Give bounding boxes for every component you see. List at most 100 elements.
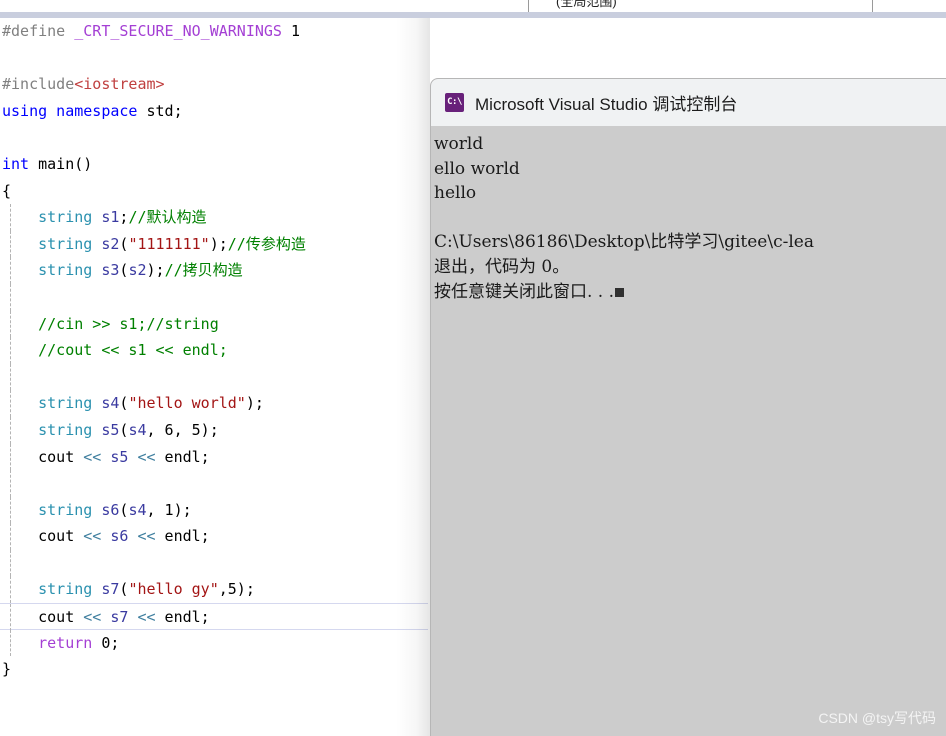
- console-line: 按任意键关闭此窗口. . .: [434, 280, 946, 305]
- code-line[interactable]: using namespace std;: [0, 98, 428, 125]
- indent-guide: [10, 230, 11, 258]
- code-line[interactable]: string s5(s4, 6, 5);: [0, 416, 428, 444]
- code-token: cout: [38, 447, 84, 466]
- code-editor[interactable]: #define _CRT_SECURE_NO_WARNINGS 1​#inclu…: [0, 18, 430, 736]
- indent-guide: [10, 629, 11, 657]
- indent-guide: [10, 604, 11, 631]
- code-token: <<: [137, 447, 156, 466]
- code-token: ,5);: [218, 580, 255, 599]
- indent-guide: [10, 416, 11, 444]
- code-line[interactable]: string s7("hello gy",5);: [0, 576, 428, 604]
- code-token: s5: [110, 447, 129, 466]
- code-token: s7: [101, 580, 120, 599]
- console-window-title: Microsoft Visual Studio 调试控制台: [475, 95, 738, 114]
- code-token: );: [245, 394, 264, 413]
- indent-guide: [10, 363, 11, 391]
- indent-guide: [10, 257, 11, 284]
- code-token: <<: [83, 527, 102, 546]
- code-line[interactable]: string s4("hello world");: [0, 390, 428, 417]
- console-line: ello world: [434, 158, 520, 179]
- code-line[interactable]: string s1;//默认构造: [0, 204, 428, 231]
- console-titlebar[interactable]: C:\ Microsoft Visual Studio 调试控制台: [431, 79, 946, 126]
- code-line[interactable]: cout << s5 << endl;: [0, 443, 428, 471]
- scope-dropdown-value[interactable]: (全局范围): [556, 0, 617, 10]
- code-token: s2: [101, 234, 120, 253]
- code-line[interactable]: ​: [0, 470, 428, 497]
- code-content[interactable]: #define _CRT_SECURE_NO_WARNINGS 1​#inclu…: [0, 18, 428, 683]
- code-line[interactable]: }: [0, 656, 428, 683]
- indent-guide: [10, 523, 11, 550]
- code-token: <<: [137, 527, 156, 546]
- code-token: string: [38, 261, 93, 280]
- code-line[interactable]: cout << s7 << endl;: [0, 603, 428, 631]
- console-app-icon-glyph: C:\: [447, 97, 462, 107]
- console-output-area[interactable]: world ello world hello C:\Users\86186\Desk…: [431, 126, 946, 736]
- console-app-icon: C:\: [445, 93, 464, 112]
- console-line: 退出，代码为 0。: [434, 256, 570, 277]
- code-token: #define: [2, 22, 66, 40]
- code-token: string: [38, 500, 93, 519]
- code-token: cout: [38, 608, 84, 627]
- console-line: hello: [434, 183, 477, 204]
- code-line[interactable]: cout << s6 << endl;: [0, 523, 428, 550]
- code-token: string: [38, 420, 93, 439]
- code-line[interactable]: #include<iostream>: [0, 71, 428, 98]
- code-token: s1: [101, 208, 120, 227]
- code-line[interactable]: string s2("1111111");//传参构造: [0, 230, 428, 258]
- code-line[interactable]: ​: [0, 283, 428, 311]
- code-line[interactable]: ​: [0, 45, 428, 72]
- code-line[interactable]: string s3(s2);//拷贝构造: [0, 257, 428, 284]
- indent-guide: [10, 204, 11, 231]
- code-token: 0;: [92, 633, 120, 652]
- code-token: s4: [128, 420, 147, 439]
- toolbar-divider-right: [872, 0, 873, 12]
- indent-guide: [10, 576, 11, 604]
- code-line[interactable]: {: [0, 178, 428, 205]
- code-token: <<: [83, 608, 102, 627]
- code-line[interactable]: //cin >> s1;//string: [0, 310, 428, 338]
- code-token: s4: [128, 500, 147, 519]
- code-token: s3: [101, 261, 120, 280]
- code-token: s6: [101, 500, 120, 519]
- indent-guide: [10, 337, 11, 364]
- code-token: //传参构造: [227, 234, 306, 253]
- code-token: s2: [128, 261, 147, 280]
- debug-console-window[interactable]: C:\ Microsoft Visual Studio 调试控制台 world e…: [430, 78, 946, 736]
- code-line[interactable]: #define _CRT_SECURE_NO_WARNINGS 1: [0, 18, 428, 45]
- code-line[interactable]: ​: [0, 124, 428, 151]
- code-token: "hello world": [128, 394, 246, 413]
- code-line[interactable]: ​: [0, 549, 428, 577]
- code-token: //拷贝构造: [164, 261, 243, 280]
- code-line[interactable]: //cout << s1 << endl;: [0, 337, 428, 364]
- indent-guide: [10, 443, 11, 471]
- console-line: C:\Users\86186\Desktop\比特学习\gitee\c-lea: [434, 232, 814, 253]
- code-token: main(): [29, 154, 93, 173]
- code-token: #include: [2, 75, 75, 94]
- csdn-watermark: CSDN @tsy写代码: [818, 710, 936, 726]
- console-output-text: world ello world hello C:\Users\86186\Desk…: [432, 132, 946, 304]
- code-token: 1: [291, 22, 301, 40]
- indent-guide: [10, 496, 11, 524]
- code-line[interactable]: ​: [0, 363, 428, 391]
- code-line[interactable]: string s6(s4, 1);: [0, 496, 428, 524]
- code-line[interactable]: return 0;: [0, 629, 428, 657]
- code-line[interactable]: int main(): [0, 151, 428, 178]
- code-token: //cout << s1 << endl;: [38, 341, 228, 360]
